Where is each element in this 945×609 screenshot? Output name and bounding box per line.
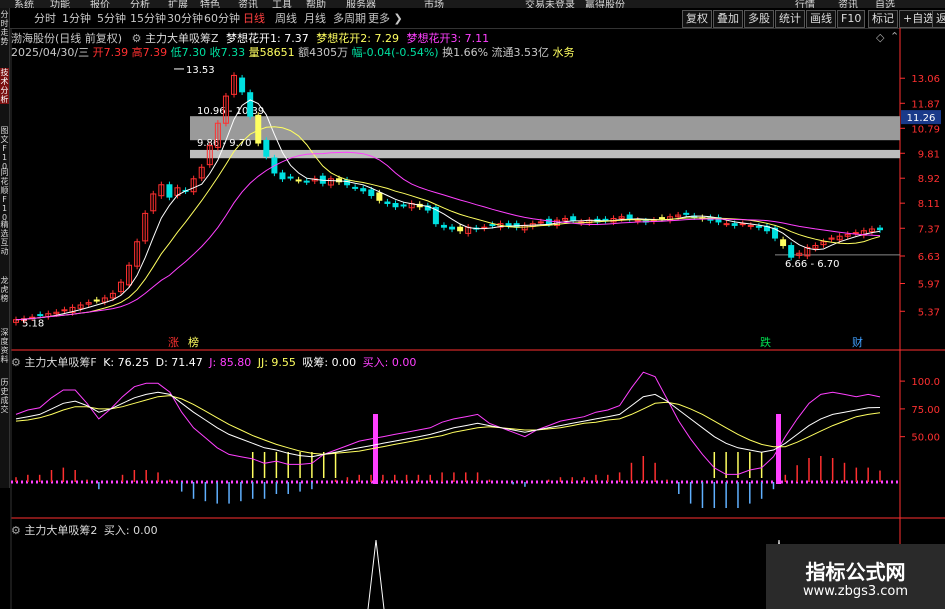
price-tick-label: 6.63 <box>918 252 940 263</box>
candle-body <box>505 223 512 226</box>
candle-body <box>239 77 246 93</box>
stock-info-line2: 2025/04/30/三 开7.39 高7.39 低7.30 收7.33 量58… <box>11 44 575 60</box>
low-price: 低7.30 <box>170 46 207 59</box>
candle-body <box>658 217 665 220</box>
candle-body <box>570 216 577 221</box>
price-tick-label: 10.79 <box>911 124 940 135</box>
candle-body <box>93 299 100 302</box>
candle-body <box>287 176 294 179</box>
change: 幅-0.04(-0.54%) <box>351 46 439 59</box>
watermark: 指标公式网 www.zbgs3.com <box>766 544 945 609</box>
kdj-buy: 买入: 0.00 <box>362 356 417 369</box>
price-tick-label: 5.97 <box>918 280 940 291</box>
candle-body <box>683 212 690 215</box>
candle-body <box>263 139 270 157</box>
candle-body <box>303 180 310 183</box>
candle-body <box>360 188 367 192</box>
panel3-header: ⚙ 主力大单吸筹2 买入: 0.00 <box>11 522 158 538</box>
candle-body <box>279 172 286 180</box>
kline-chart[interactable]: 13.06 11.87 10.79 9.81 8.92 8.11 7.37 6.63 5.97 5… <box>0 0 945 609</box>
kdj-j: J: 85.80 <box>209 356 252 369</box>
float-shares: 流通3.53亿 <box>491 46 550 59</box>
kdj-d-line <box>15 395 881 455</box>
candle-body <box>166 184 173 198</box>
kdj-xichou: 吸筹: 0.00 <box>302 356 357 369</box>
panel3-spike <box>367 539 385 609</box>
marker-ban: 榜 <box>188 335 199 349</box>
kdj-tick-label: 50.00 <box>911 433 940 444</box>
kdj-tick-label: 75.00 <box>911 405 940 416</box>
kdj-title[interactable]: 主力大单吸筹F <box>24 356 96 369</box>
amount: 额4305万 <box>298 46 349 59</box>
candle-body <box>723 223 730 226</box>
marker-cai: 财 <box>852 335 863 349</box>
date: 2025/04/30/三 <box>11 46 90 59</box>
candle-body <box>755 225 762 228</box>
low-label: 5.18 <box>22 319 44 330</box>
open-price: 开7.39 <box>92 46 129 59</box>
candle-body <box>449 226 456 230</box>
candle-body <box>457 226 464 232</box>
watermark-title: 指标公式网 <box>805 560 906 584</box>
candle-body <box>739 223 746 226</box>
candle-body <box>384 201 391 204</box>
candle-body <box>295 179 302 182</box>
candle-body <box>634 219 641 222</box>
current-price-label: 11.26 <box>907 113 936 124</box>
panel3-buy: 买入: 0.00 <box>103 524 158 537</box>
candle-body <box>747 224 754 227</box>
panel3-title[interactable]: 主力大单吸筹2 <box>24 524 97 537</box>
kdj-d: D: 71.47 <box>155 356 203 369</box>
kdj-jj: JJ: 9.55 <box>257 356 296 369</box>
diamond-icon[interactable]: ◇ <box>876 31 884 44</box>
kdj-tick-label: 100.0 <box>911 377 940 388</box>
turnover: 换1.66% <box>442 46 489 59</box>
buy-signal-bar <box>373 414 378 484</box>
price-tick-label: 9.81 <box>918 149 940 160</box>
price-tick-label: 7.37 <box>918 224 940 235</box>
candle-body <box>400 204 407 207</box>
resistance-zone-2 <box>190 149 900 159</box>
candle-body <box>392 202 399 208</box>
candle-body <box>489 224 496 227</box>
candle-body <box>368 189 375 197</box>
sector: 水务 <box>552 46 575 59</box>
resistance-zone-1 <box>190 116 900 141</box>
candle-body <box>626 214 633 219</box>
close-price: 收7.33 <box>209 46 246 59</box>
kdj-header: ⚙ 主力大单吸筹F K: 76.25 D: 71.47 J: 85.80 JJ:… <box>11 354 416 370</box>
price-tick-label: 5.37 <box>918 307 940 318</box>
high-price: 高7.39 <box>131 46 168 59</box>
watermark-url: www.zbgs3.com <box>802 584 909 599</box>
zone3-label: 6.66 - 6.70 <box>785 259 840 270</box>
candle-body <box>37 314 44 317</box>
marker-zhang: 涨 <box>168 336 179 349</box>
zone1-label: 10.96 - 10.39 <box>197 106 264 117</box>
price-tick-label: 8.11 <box>918 199 940 210</box>
panel2-settings-icon[interactable]: ⚙ <box>11 356 21 369</box>
kdj-k-line <box>15 391 881 458</box>
volume: 量58651 <box>248 46 295 59</box>
panel3-settings-icon[interactable]: ⚙ <box>11 524 21 537</box>
candle-body <box>852 232 859 235</box>
collapse-chevron-icon[interactable]: ⌃ <box>890 30 899 43</box>
candle-body <box>352 186 359 189</box>
candle-body <box>376 192 383 201</box>
marker-die: 跌 <box>760 335 771 349</box>
candle-body <box>440 224 447 228</box>
price-tick-label: 11.87 <box>911 99 940 110</box>
candle-body <box>731 223 738 226</box>
candle-body <box>788 245 795 258</box>
high-label: 13.53 <box>186 65 215 76</box>
candle-body <box>537 221 544 224</box>
price-tick-label: 8.92 <box>918 174 940 185</box>
kdj-k: K: 76.25 <box>103 356 150 369</box>
candle-body <box>247 92 254 117</box>
candle-body <box>877 227 883 231</box>
candle-body <box>602 218 609 221</box>
candle-body <box>780 239 787 247</box>
price-tick-label: 13.06 <box>911 74 940 85</box>
candle-body <box>61 309 68 312</box>
